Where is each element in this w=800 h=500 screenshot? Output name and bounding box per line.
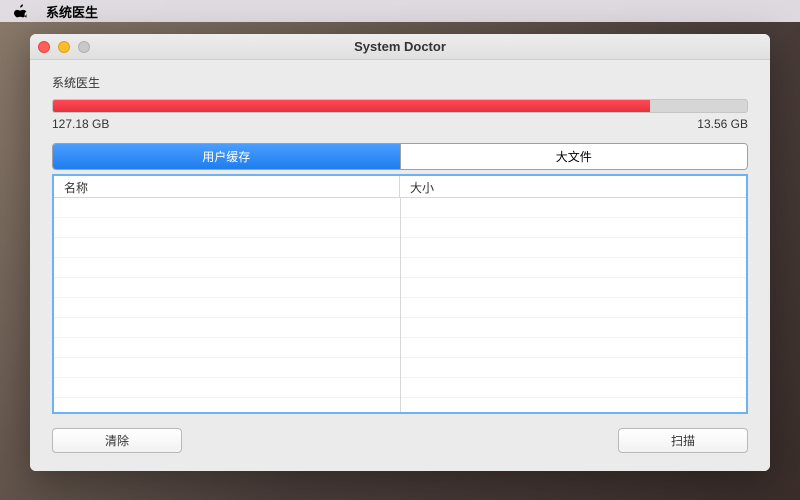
scan-button[interactable]: 扫描 <box>618 428 748 453</box>
window-content: 系统医生 127.18 GB 13.56 GB 用户缓存 大文件 名称 大小 清… <box>30 60 770 471</box>
storage-labels: 127.18 GB 13.56 GB <box>52 117 748 131</box>
table-header: 名称 大小 <box>54 176 746 198</box>
traffic-lights <box>38 41 90 53</box>
tab-bar: 用户缓存 大文件 <box>52 143 748 170</box>
app-window: System Doctor 系统医生 127.18 GB 13.56 GB 用户… <box>30 34 770 471</box>
column-header-name[interactable]: 名称 <box>54 176 400 197</box>
results-table: 名称 大小 <box>52 174 748 414</box>
window-title: System Doctor <box>30 39 770 54</box>
storage-bar-fill <box>53 100 650 112</box>
storage-free-label: 13.56 GB <box>697 117 748 131</box>
storage-used-label: 127.18 GB <box>52 117 109 131</box>
close-button[interactable] <box>38 41 50 53</box>
tab-large-files[interactable]: 大文件 <box>401 144 748 169</box>
apple-menu-icon[interactable] <box>14 4 28 18</box>
tab-user-cache[interactable]: 用户缓存 <box>53 144 401 169</box>
column-divider <box>400 198 401 414</box>
titlebar: System Doctor <box>30 34 770 60</box>
minimize-button[interactable] <box>58 41 70 53</box>
storage-bar <box>52 99 748 113</box>
clear-button[interactable]: 清除 <box>52 428 182 453</box>
menubar: 系统医生 <box>0 0 800 22</box>
button-row: 清除 扫描 <box>52 428 748 453</box>
table-body[interactable] <box>54 198 746 414</box>
section-label: 系统医生 <box>52 74 748 91</box>
menubar-app-name[interactable]: 系统医生 <box>46 2 98 21</box>
column-header-size[interactable]: 大小 <box>400 176 746 197</box>
zoom-button[interactable] <box>78 41 90 53</box>
